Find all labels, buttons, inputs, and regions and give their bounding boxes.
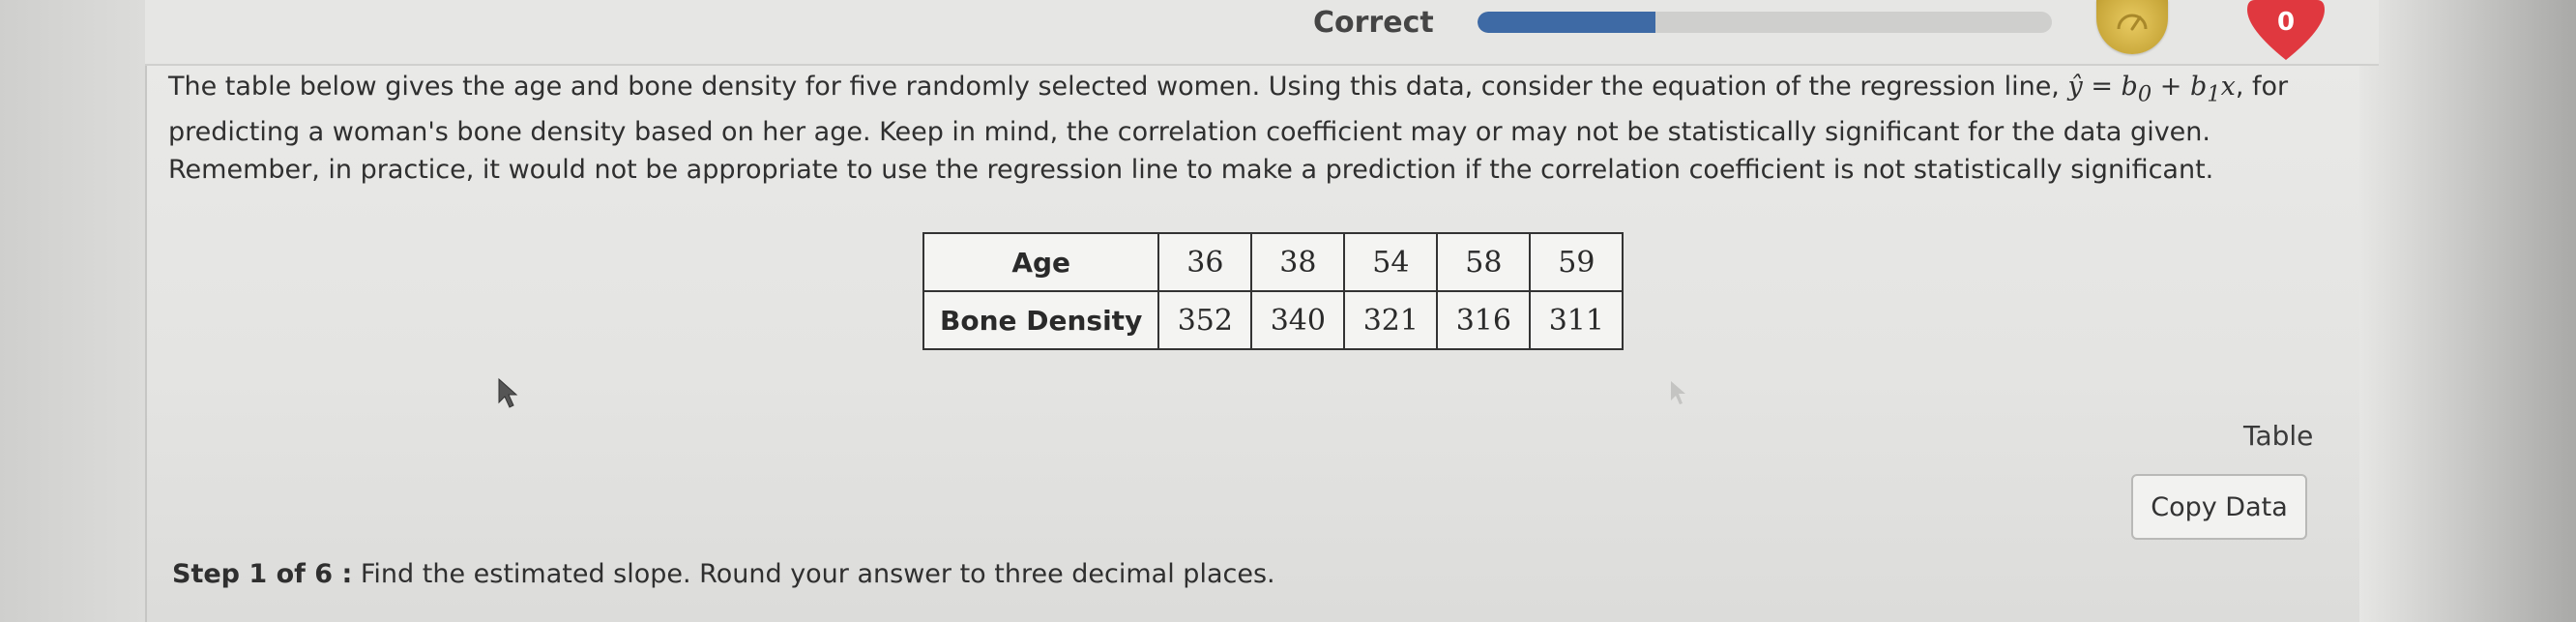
eq-x: x xyxy=(2220,72,2236,102)
row-label-bone-density: Bone Density xyxy=(922,290,1160,350)
eq-b0-sub: 0 xyxy=(2137,81,2152,107)
background-right xyxy=(2359,0,2576,622)
status-label: Correct xyxy=(1313,6,1434,40)
eq-equals: = xyxy=(2082,72,2122,102)
regression-equation: ŷ = b0 + b1x xyxy=(2067,72,2236,106)
hearts-count: 0 xyxy=(2276,8,2296,37)
table-cell: 340 xyxy=(1250,290,1346,350)
step-instruction: Step 1 of 6 : Find the estimated slope. … xyxy=(172,559,1275,589)
table-link[interactable]: Table xyxy=(2243,420,2313,452)
question-intro: The table below gives the age and bone d… xyxy=(168,72,2068,102)
eq-b1: b xyxy=(2189,72,2208,102)
table-cell: 321 xyxy=(1343,290,1439,350)
table-row: Bone Density 352 340 321 316 311 xyxy=(922,290,1625,350)
status-bar xyxy=(145,0,2379,66)
mouse-pointer-shadow-icon xyxy=(1671,381,1685,404)
gauge-icon xyxy=(2117,14,2148,31)
step-text: Find the estimated slope. Round your ans… xyxy=(352,559,1275,589)
table-cell: 36 xyxy=(1157,232,1253,292)
copy-data-button[interactable]: Copy Data xyxy=(2131,474,2307,540)
table-cell: 58 xyxy=(1436,232,1532,292)
eq-yhat: ŷ xyxy=(2067,72,2083,102)
mouse-pointer-icon xyxy=(498,377,518,408)
progress-fill xyxy=(1478,12,1656,33)
row-label-age: Age xyxy=(922,232,1160,292)
table-cell: 352 xyxy=(1157,290,1253,350)
hearts-badge[interactable]: 0 xyxy=(2247,0,2325,60)
eq-b1-sub: 1 xyxy=(2207,81,2221,107)
eq-b0: b xyxy=(2121,72,2138,102)
data-table: Age 36 38 54 58 59 Bone Density 352 340 … xyxy=(922,232,1625,350)
progress-bar xyxy=(1478,12,2052,33)
step-label: Step 1 of 6 : xyxy=(172,559,353,589)
table-cell: 54 xyxy=(1343,232,1439,292)
table-cell: 316 xyxy=(1436,290,1532,350)
background-left xyxy=(0,0,145,622)
table-cell: 38 xyxy=(1250,232,1346,292)
table-cell: 311 xyxy=(1529,290,1625,350)
table-cell: 59 xyxy=(1529,232,1625,292)
table-row: Age 36 38 54 58 59 xyxy=(922,232,1625,292)
eq-plus: + xyxy=(2152,72,2190,102)
question-text: The table below gives the age and bone d… xyxy=(168,68,2334,189)
